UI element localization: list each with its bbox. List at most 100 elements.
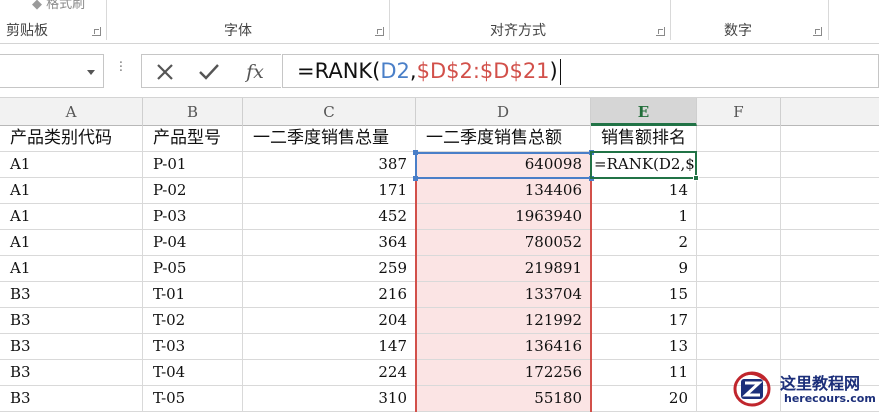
- cell-a[interactable]: A1: [0, 152, 143, 178]
- drag-handle-icon[interactable]: · · ·: [118, 57, 124, 78]
- cell-d[interactable]: 1963940: [416, 204, 591, 230]
- clipboard-launcher-icon[interactable]: [92, 27, 101, 36]
- cell-a[interactable]: A1: [0, 178, 143, 204]
- fill-handle[interactable]: [693, 175, 699, 181]
- column-header-a[interactable]: A: [0, 98, 143, 126]
- cell-b[interactable]: T-02: [143, 308, 243, 334]
- cell-c[interactable]: 259: [243, 256, 416, 282]
- cell-e[interactable]: 14: [591, 178, 697, 204]
- number-launcher-icon[interactable]: [813, 27, 822, 36]
- cell-a[interactable]: B3: [0, 386, 143, 412]
- cell-b[interactable]: T-04: [143, 360, 243, 386]
- fx-icon: fx: [246, 61, 264, 83]
- cell-b[interactable]: P-02: [143, 178, 243, 204]
- empty-cell[interactable]: [697, 308, 781, 334]
- watermark-title: 这里教程网: [780, 374, 861, 393]
- ribbon-group-clipboard-label: 剪贴板: [6, 23, 48, 39]
- cell-e[interactable]: 1: [591, 204, 697, 230]
- empty-cell[interactable]: [781, 256, 879, 282]
- empty-cell[interactable]: [697, 256, 781, 282]
- empty-cell[interactable]: [697, 152, 781, 178]
- cell-b[interactable]: T-03: [143, 334, 243, 360]
- cell-e[interactable]: 20: [591, 386, 697, 412]
- cell-c[interactable]: 364: [243, 230, 416, 256]
- cell-b[interactable]: T-05: [143, 386, 243, 412]
- header-cell-d[interactable]: 一二季度销售总额: [416, 126, 591, 152]
- column-header-e[interactable]: E: [591, 98, 697, 126]
- cell-c[interactable]: 452: [243, 204, 416, 230]
- alignment-launcher-icon[interactable]: [656, 27, 665, 36]
- cell-c[interactable]: 147: [243, 334, 416, 360]
- column-header-f[interactable]: F: [697, 98, 781, 126]
- cell-a[interactable]: B3: [0, 360, 143, 386]
- header-cell-a[interactable]: 产品类别代码: [0, 126, 143, 152]
- cell-e[interactable]: 9: [591, 256, 697, 282]
- empty-cell[interactable]: [781, 126, 879, 152]
- cell-d[interactable]: 133704: [416, 282, 591, 308]
- column-header-b[interactable]: B: [143, 98, 243, 126]
- header-cell-b[interactable]: 产品型号: [143, 126, 243, 152]
- header-cell-c[interactable]: 一二季度销售总量: [243, 126, 416, 152]
- cell-d[interactable]: 640098: [416, 152, 591, 178]
- cell-e[interactable]: 15: [591, 282, 697, 308]
- column-header-c[interactable]: C: [243, 98, 416, 126]
- format-painter-button[interactable]: ◆ 格式刷: [32, 0, 85, 12]
- empty-cell[interactable]: [781, 152, 879, 178]
- enter-button[interactable]: [194, 59, 224, 85]
- name-box[interactable]: [0, 54, 104, 88]
- empty-cell[interactable]: [781, 282, 879, 308]
- empty-cell[interactable]: [781, 230, 879, 256]
- cell-b[interactable]: P-01: [143, 152, 243, 178]
- empty-cell[interactable]: [781, 334, 879, 360]
- cell-c[interactable]: 310: [243, 386, 416, 412]
- cell-a[interactable]: A1: [0, 204, 143, 230]
- cell-e[interactable]: 11: [591, 360, 697, 386]
- cell-c[interactable]: 224: [243, 360, 416, 386]
- cell-c[interactable]: 171: [243, 178, 416, 204]
- cell-b[interactable]: P-05: [143, 256, 243, 282]
- cell-a[interactable]: B3: [0, 282, 143, 308]
- header-cell-e[interactable]: 销售额排名: [591, 126, 697, 152]
- table-header-row: 产品类别代码 产品型号 一二季度销售总量 一二季度销售总额 销售额排名: [0, 126, 879, 152]
- table-row: A1 P-05 259 219891 9: [0, 256, 879, 282]
- table-row: A1 P-01 387 640098 =RANK(D2,$: [0, 152, 879, 178]
- cell-e[interactable]: 13: [591, 334, 697, 360]
- cell-a[interactable]: B3: [0, 334, 143, 360]
- cell-c[interactable]: 216: [243, 282, 416, 308]
- cell-d[interactable]: 55180: [416, 386, 591, 412]
- cancel-button[interactable]: [150, 59, 180, 85]
- cell-b[interactable]: P-03: [143, 204, 243, 230]
- cell-d[interactable]: 219891: [416, 256, 591, 282]
- font-launcher-icon[interactable]: [375, 27, 384, 36]
- empty-cell[interactable]: [781, 178, 879, 204]
- cell-c[interactable]: 387: [243, 152, 416, 178]
- cell-d[interactable]: 172256: [416, 360, 591, 386]
- empty-cell[interactable]: [781, 308, 879, 334]
- empty-cell[interactable]: [697, 334, 781, 360]
- cell-c[interactable]: 204: [243, 308, 416, 334]
- formula-ref-d2: D2: [380, 59, 410, 83]
- cell-a[interactable]: B3: [0, 308, 143, 334]
- empty-cell[interactable]: [697, 178, 781, 204]
- insert-function-button[interactable]: fx: [240, 59, 270, 85]
- empty-cell[interactable]: [781, 204, 879, 230]
- cell-d[interactable]: 780052: [416, 230, 591, 256]
- cell-b[interactable]: T-01: [143, 282, 243, 308]
- cell-e[interactable]: 2: [591, 230, 697, 256]
- watermark-url: herecours.com: [784, 392, 876, 405]
- empty-cell[interactable]: [697, 204, 781, 230]
- cell-a[interactable]: A1: [0, 230, 143, 256]
- cell-d[interactable]: 136416: [416, 334, 591, 360]
- formula-input[interactable]: =RANK(D2,$D$2:$D$21): [282, 54, 879, 88]
- cell-d[interactable]: 134406: [416, 178, 591, 204]
- empty-cell[interactable]: [697, 126, 781, 152]
- active-cell-editing[interactable]: =RANK(D2,$: [591, 152, 697, 178]
- cell-a[interactable]: A1: [0, 256, 143, 282]
- chevron-down-icon[interactable]: [87, 70, 95, 75]
- empty-cell[interactable]: [697, 282, 781, 308]
- column-header-d[interactable]: D: [416, 98, 591, 126]
- empty-cell[interactable]: [697, 230, 781, 256]
- cell-b[interactable]: P-04: [143, 230, 243, 256]
- cell-e[interactable]: 17: [591, 308, 697, 334]
- cell-d[interactable]: 121992: [416, 308, 591, 334]
